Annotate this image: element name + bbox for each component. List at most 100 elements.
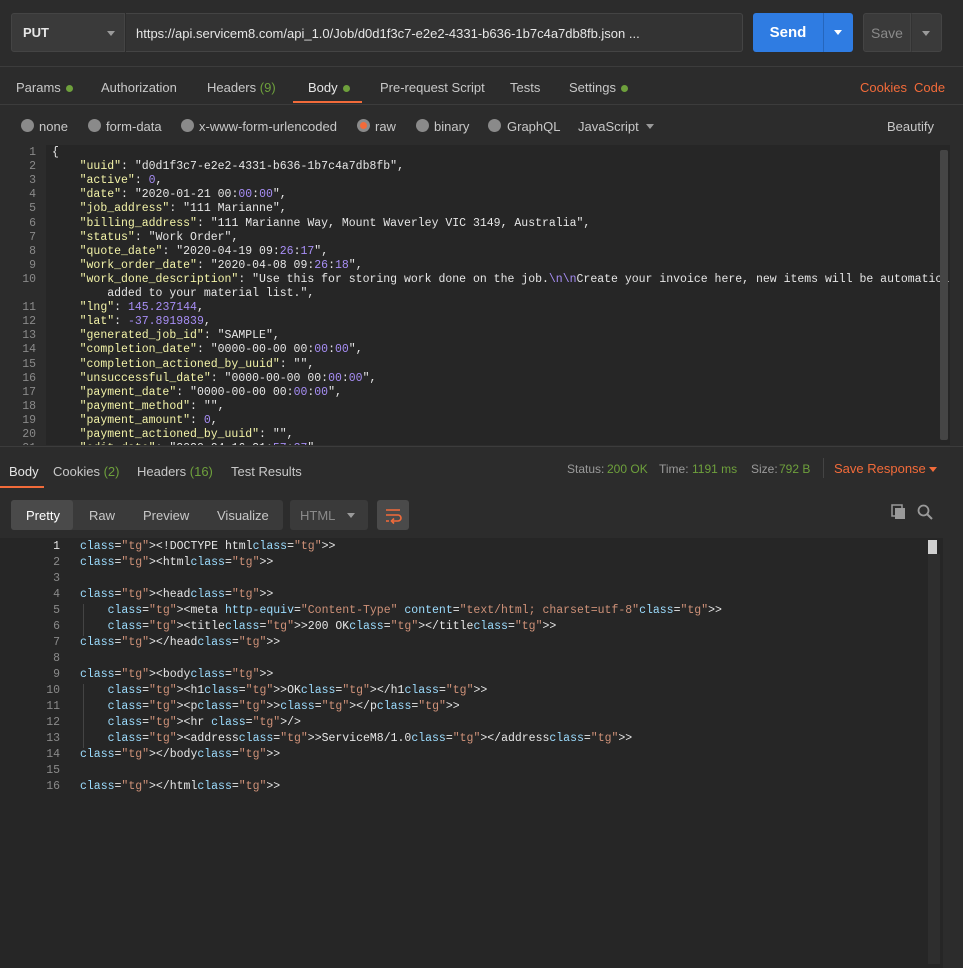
wrap-lines-button[interactable] [377,500,409,530]
request-body-editor[interactable]: 1 {2 "uuid": "d0d1f3c7-e2e2-4331-b636-1b7… [0,145,950,445]
tab-prerequest-script[interactable]: Pre-request Script [380,80,485,95]
response-tab-headers[interactable]: Headers (16) [137,464,213,479]
chevron-down-icon [347,513,355,518]
radio-none-label: none [39,119,68,134]
code-line: "date": "2020-01-21 00:00:00", [79,188,287,202]
code-line: "payment_method": "", [79,399,225,413]
save-response-button[interactable]: Save Response [834,461,926,476]
line-number: 5 [53,604,60,617]
cookies-link[interactable]: Cookies [860,80,907,95]
divider [0,66,963,67]
language-select[interactable]: JavaScript [578,119,639,134]
line-number: 16 [46,780,60,793]
response-tab-body[interactable]: Body [9,464,39,479]
code-line: "payment_amount": 0, [79,413,218,427]
copy-icon[interactable] [890,503,908,521]
tab-authorization[interactable]: Authorization [101,80,177,95]
radio-form-data[interactable] [88,119,101,132]
active-dot-icon [342,85,350,93]
tab-settings[interactable]: Settings [569,80,628,95]
active-dot-icon [65,85,73,93]
status-value: 200 OK [607,462,648,476]
line-number: 9 [29,258,36,272]
view-pretty-label: Pretty [26,508,60,523]
view-raw-button[interactable]: Raw [89,508,115,523]
active-dot-icon [620,85,628,93]
radio-graphql-label: GraphQL [507,119,561,134]
radio-binary[interactable] [416,119,429,132]
active-tab-indicator [293,101,362,103]
code-line: added to your material list.", [52,287,315,300]
code-line: "completion_actioned_by_uuid": "", [79,357,315,371]
radio-graphql[interactable] [488,119,501,132]
line-number: 13 [46,732,60,745]
code-line: class="tg"><htmlclass="tg">> [80,556,274,569]
send-button[interactable]: Send [753,13,823,52]
radio-raw[interactable] [357,119,370,132]
code-line: "work_done_description": "Use this for s… [79,272,950,286]
code-line: { [52,146,59,159]
response-tab-cookies[interactable]: Cookies (2) [53,464,119,479]
search-icon[interactable] [916,503,934,521]
code-link[interactable]: Code [914,80,945,95]
tab-body[interactable]: Body [308,80,350,95]
line-number: 21 [0,442,36,445]
line-number: 16 [22,371,36,385]
code-line: "edit_date": "2020-04-16 21:57:37", [52,442,322,445]
radio-raw-label: raw [375,119,396,134]
response-tab-test-results[interactable]: Test Results [231,464,302,479]
response-body-viewer[interactable]: 1 class="tg"><!DOCTYPE htmlclass="tg">> 2 c… [0,538,943,968]
active-tab-indicator [0,486,44,488]
line-number: 3 [29,174,36,188]
method-select[interactable]: PUT [11,13,125,52]
line-number: 20 [22,428,36,441]
status-label: Status: [567,462,605,476]
line-number: 14 [46,748,60,761]
tab-tests[interactable]: Tests [510,80,540,95]
line-number: 9 [53,668,60,681]
line-number: 11 [22,301,36,315]
url-input[interactable]: https://api.servicem8.com/api_1.0/Job/d0… [126,13,743,52]
response-scrollbar-thumb[interactable] [928,540,937,554]
code-line: class="tg"><addressclass="tg">>ServiceM8… [107,732,633,745]
view-visualize-button[interactable]: Visualize [217,508,269,523]
line-number: 15 [22,357,36,371]
beautify-link[interactable]: Beautify [887,119,934,134]
line-number: 12 [22,315,36,329]
code-line: "unsuccessful_date": "0000-00-00 00:00:0… [79,371,377,385]
chevron-down-icon [834,30,842,35]
line-number: 10 [46,684,60,697]
save-button[interactable]: Save [863,13,911,52]
chevron-down-icon [922,31,930,36]
code-line: class="tg"></bodyclass="tg">> [80,748,281,761]
chevron-down-icon [107,31,115,36]
format-select[interactable]: HTML [290,500,368,530]
line-number: 5 [29,202,36,216]
code-line: "payment_date": "0000-00-00 00:00:00", [79,385,342,399]
line-number: 19 [22,413,36,427]
radio-none[interactable] [21,119,34,132]
line-number: 7 [53,636,60,649]
code-line: "active": 0, [79,174,163,188]
code-line: class="tg"><bodyclass="tg">> [80,668,274,681]
code-line: "status": "Work Order", [79,230,239,244]
line-number: 18 [22,399,36,413]
code-line: class="tg"></headclass="tg">> [80,636,281,649]
code-line: "payment_actioned_by_uuid": "", [79,428,294,441]
code-line: class="tg"><hr class="tg">/> [107,716,301,729]
time-label: Time: [659,462,689,476]
tab-headers[interactable]: Headers (9) [207,80,276,95]
line-number: 13 [22,329,36,343]
tab-params[interactable]: Params [16,80,73,95]
url-text: https://api.servicem8.com/api_1.0/Job/d0… [136,26,640,41]
line-number: 4 [53,588,60,601]
view-preview-button[interactable]: Preview [143,508,189,523]
chevron-down-icon [929,467,937,472]
line-number: 2 [53,556,60,569]
size-label: Size: [751,462,778,476]
radio-urlencoded[interactable] [181,119,194,132]
request-editor-scrollbar[interactable] [940,150,948,440]
save-options-button[interactable] [911,13,942,52]
send-options-button[interactable] [823,13,853,52]
response-scrollbar-track[interactable] [928,554,940,964]
